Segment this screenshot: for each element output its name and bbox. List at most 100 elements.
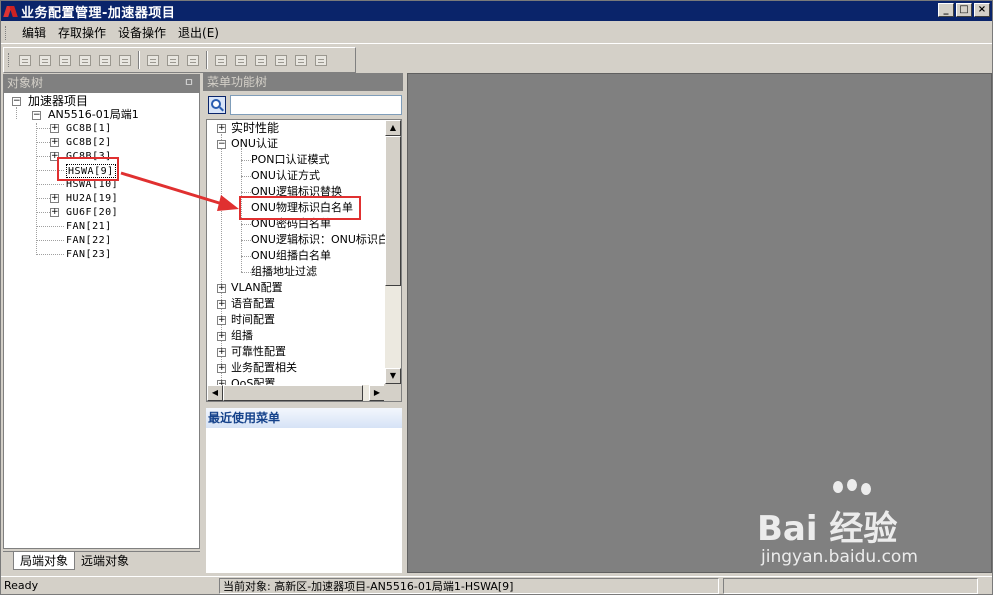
table-icon[interactable] [57, 52, 73, 68]
app-window: 业务配置管理-加速器项目 _ □ × 编辑 存取操作 设备操作 退出(E) 对象… [0, 0, 993, 595]
edit-icon[interactable] [293, 52, 309, 68]
scroll-thumb[interactable] [385, 136, 401, 286]
collapse-icon[interactable]: − [217, 140, 226, 149]
menu-storage[interactable]: 存取操作 [52, 24, 112, 41]
menu-item-pon-auth-mode[interactable]: PON口认证模式 [251, 153, 330, 167]
scroll-right-icon[interactable]: ▶ [369, 385, 385, 401]
card-icon[interactable] [233, 52, 249, 68]
app-logo-icon [3, 4, 18, 18]
title-bar[interactable]: 业务配置管理-加速器项目 _ □ × [1, 1, 992, 21]
object-tree-header: 对象树 ㅁ [3, 74, 200, 92]
hscroll-thumb[interactable] [223, 385, 363, 401]
menu-item-voice[interactable]: 语音配置 [231, 297, 275, 311]
scroll-up-icon[interactable]: ▲ [385, 120, 401, 136]
tab-local-objects[interactable]: 局端对象 [13, 552, 76, 570]
menu-item-reliability[interactable]: 可靠性配置 [231, 345, 286, 359]
tree-node-fan23[interactable]: FAN[23] [66, 248, 112, 262]
expand-icon[interactable]: + [50, 138, 59, 147]
status-cell-empty [723, 578, 978, 594]
edit2-icon[interactable] [313, 52, 329, 68]
expand-icon[interactable]: + [217, 124, 226, 133]
menu-item-realtime[interactable]: 实时性能 [231, 121, 279, 135]
object-tree-title: 对象树 [7, 76, 44, 90]
menu-item-time[interactable]: 时间配置 [231, 313, 275, 327]
expand-icon[interactable]: + [217, 300, 226, 309]
tree-node-gc8b2[interactable]: GC8B[2] [66, 136, 112, 150]
menu-item-onu-logic-id[interactable]: ONU逻辑标识：ONU标识白 [251, 233, 389, 247]
search-icon[interactable] [208, 96, 226, 114]
scroll-left-icon[interactable]: ◀ [207, 385, 223, 401]
folder-open-icon[interactable] [165, 52, 181, 68]
menu-item-mcast[interactable]: 组播 [231, 329, 253, 343]
tree-node-gc8b1[interactable]: GC8B[1] [66, 122, 112, 136]
menu-tree-header: 菜单功能树 [203, 73, 403, 91]
status-current-object: 当前对象: 高新区-加速器项目-AN5516-01局端1-HSWA[9] [219, 578, 719, 594]
tree-node-gu6f20[interactable]: GU6F[20] [66, 206, 118, 220]
menu-item-onu-group-whitelist[interactable]: ONU组播白名单 [251, 249, 331, 263]
expand-icon[interactable]: + [50, 208, 59, 217]
folder-icon[interactable] [145, 52, 161, 68]
expand-icon[interactable]: + [50, 194, 59, 203]
tree-node-fan21[interactable]: FAN[21] [66, 220, 112, 234]
expand-icon[interactable]: + [217, 284, 226, 293]
menu-item-onu-auth-method[interactable]: ONU认证方式 [251, 169, 320, 183]
status-bar: Ready 当前对象: 高新区-加速器项目-AN5516-01局端1-HSWA[… [1, 576, 992, 595]
horizontal-scrollbar[interactable]: ◀ ▶ [207, 385, 385, 401]
menu-bar: 编辑 存取操作 设备操作 退出(E) [1, 22, 992, 44]
menu-tree-title: 菜单功能树 [207, 75, 268, 89]
menu-edit[interactable]: 编辑 [16, 24, 52, 41]
menu-item-service[interactable]: 业务配置相关 [231, 361, 297, 375]
minimize-button[interactable]: _ [938, 3, 954, 17]
close-button[interactable]: × [974, 3, 990, 17]
menu-function-panel: 菜单功能树 + 实时性能 − ONU认证 PON口认证模式 ONU认证方式 ON… [203, 73, 403, 573]
search-row [206, 95, 402, 115]
tree-node-hu2a19[interactable]: HU2A[19] [66, 192, 118, 206]
toolbar-separator [138, 51, 140, 69]
toolbar-separator [206, 51, 208, 69]
menu-item-vlan[interactable]: VLAN配置 [231, 281, 283, 295]
menu-exit[interactable]: 退出(E) [172, 24, 225, 41]
menu-item-mcast-filter[interactable]: 组播地址过滤 [251, 265, 317, 279]
expand-icon[interactable]: + [217, 316, 226, 325]
tree-node-device[interactable]: AN5516-01局端1 [48, 108, 139, 122]
scroll-down-icon[interactable]: ▼ [385, 368, 401, 384]
exit-icon[interactable] [253, 52, 269, 68]
watermark-brand: Bai 经验 [757, 509, 898, 549]
check-doc-icon[interactable] [17, 52, 33, 68]
collapse-device-icon[interactable]: − [32, 111, 41, 120]
baidu-watermark: Bai 经验 jingyan.baidu.com [757, 479, 937, 569]
menu-item-onu-auth[interactable]: ONU认证 [231, 137, 278, 151]
expand-icon[interactable]: + [217, 364, 226, 373]
tree-node-fan22[interactable]: FAN[22] [66, 234, 112, 248]
expand-icon[interactable]: + [217, 332, 226, 341]
menu-device[interactable]: 设备操作 [112, 24, 172, 41]
highlight-box-hswa [57, 157, 119, 181]
watermark-url: jingyan.baidu.com [761, 547, 918, 567]
paste-icon[interactable] [77, 52, 93, 68]
scrollbar-corner [384, 384, 401, 401]
tab-remote-objects[interactable]: 远端对象 [75, 552, 136, 570]
collapse-root-icon[interactable]: − [12, 97, 21, 106]
search-input[interactable] [230, 95, 402, 115]
recent-menu-title: 最近使用菜单 [208, 411, 281, 425]
recent-menu-header[interactable]: 最近使用菜单 [206, 408, 402, 428]
menubar-grip [5, 25, 8, 40]
object-tabs: 局端对象 远端对象 [3, 551, 200, 571]
up-arrow-icon[interactable] [117, 52, 133, 68]
highlight-box-whitelist [239, 196, 361, 220]
upload-icon[interactable] [273, 52, 289, 68]
copy-icon[interactable] [213, 52, 229, 68]
maximize-button[interactable]: □ [956, 3, 972, 17]
recent-menu-list [206, 428, 402, 573]
toolbar-grip [8, 53, 11, 67]
toolbar [3, 47, 356, 73]
export-icon[interactable] [97, 52, 113, 68]
pin-icon[interactable]: ㅁ [184, 74, 194, 92]
status-ready: Ready [4, 579, 39, 592]
expand-icon[interactable]: + [50, 124, 59, 133]
expand-icon[interactable]: + [217, 348, 226, 357]
tree-node-root[interactable]: 加速器项目 [28, 94, 88, 108]
folder-save-icon[interactable] [185, 52, 201, 68]
vertical-scrollbar[interactable]: ▲ ▼ [385, 120, 401, 384]
chart-doc-icon[interactable] [37, 52, 53, 68]
